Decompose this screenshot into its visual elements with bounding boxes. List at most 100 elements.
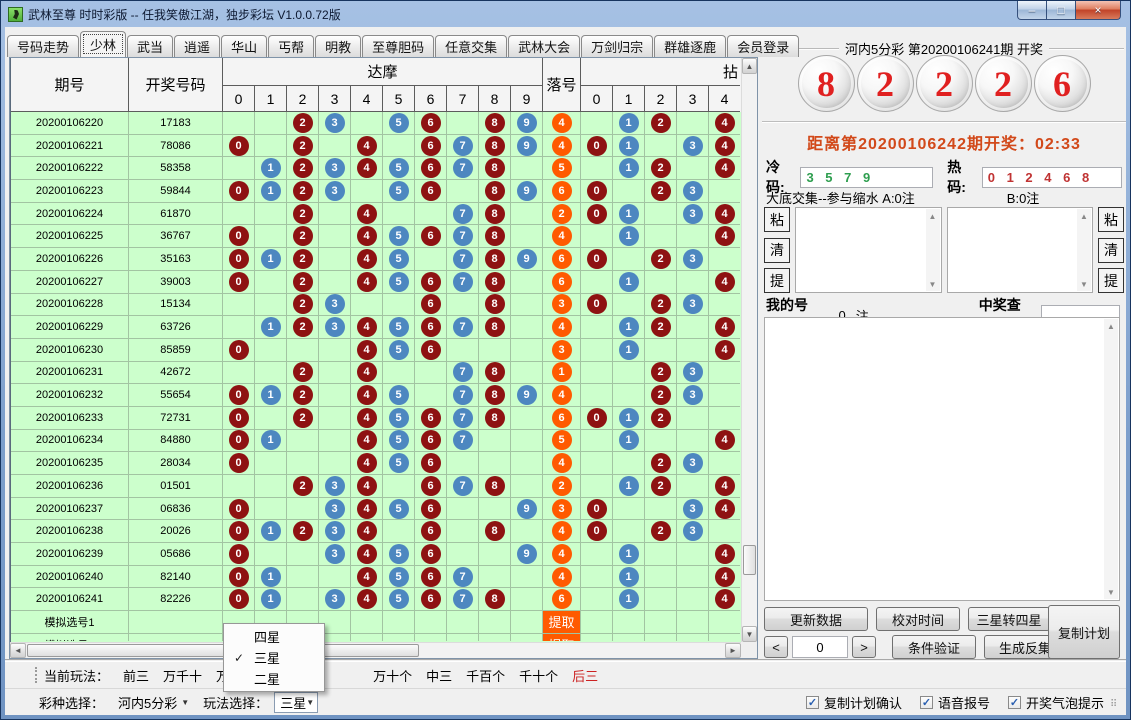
- vertical-scrollbar[interactable]: ▲ ▼: [741, 58, 757, 642]
- list-a-scrollbar[interactable]: ▲ ▼: [926, 209, 940, 291]
- listbox-scrollbar[interactable]: ▲ ▼: [1104, 319, 1118, 599]
- period-cell: 20200106222: [11, 157, 129, 180]
- prev-button[interactable]: <: [764, 636, 788, 658]
- menu-item-二星[interactable]: 二星: [224, 668, 324, 689]
- number-cell: 42672: [129, 362, 223, 385]
- tab-号码走势[interactable]: 号码走势: [7, 35, 79, 57]
- check-time-button[interactable]: 校对时间: [876, 607, 960, 631]
- extract-button[interactable]: 提: [764, 268, 790, 293]
- number-cell: 55654: [129, 384, 223, 407]
- play-item-前三[interactable]: 前三: [123, 666, 149, 685]
- scroll-down-icon[interactable]: ▼: [742, 626, 757, 642]
- tab-明教[interactable]: 明教: [315, 35, 361, 57]
- tab-少林[interactable]: 少林: [80, 31, 126, 57]
- damo-cell: 8: [479, 588, 511, 611]
- checkbox-icon[interactable]: ✓: [920, 696, 933, 709]
- damo-cell: 7: [447, 475, 479, 498]
- tab-至尊胆码[interactable]: 至尊胆码: [362, 35, 434, 57]
- digit-circle: 4: [357, 385, 377, 405]
- list-b-scrollbar[interactable]: ▲ ▼: [1077, 209, 1091, 291]
- vertical-scroll-thumb[interactable]: [743, 545, 756, 575]
- play-item-万十个[interactable]: 万十个: [373, 666, 412, 685]
- damo-cell: [223, 112, 255, 135]
- play-item-千十个[interactable]: 千十个: [519, 666, 558, 685]
- play-mode-combobox[interactable]: 三星 ▼: [274, 692, 318, 713]
- close-button[interactable]: ×: [1075, 1, 1121, 20]
- checkbox-语音报号[interactable]: ✓语音报号: [920, 693, 990, 712]
- horizontal-scrollbar[interactable]: ◄ ►: [10, 642, 741, 658]
- tab-万剑归宗[interactable]: 万剑归宗: [581, 35, 653, 57]
- copy-plan-button[interactable]: 复制计划: [1048, 605, 1120, 659]
- scroll-left-icon[interactable]: ◄: [10, 643, 26, 658]
- checkbox-开奖气泡提示[interactable]: ✓开奖气泡提示: [1008, 693, 1104, 712]
- next-button[interactable]: >: [852, 636, 876, 658]
- scroll-up-icon[interactable]: ▲: [926, 209, 940, 223]
- scroll-down-icon[interactable]: ▼: [1104, 585, 1118, 599]
- chevron-down-icon: ▼: [181, 698, 189, 707]
- clear-button[interactable]: 清: [1098, 238, 1124, 263]
- checkbox-复制计划确认[interactable]: ✓复制计划确认: [806, 693, 902, 712]
- tab-武林大会[interactable]: 武林大会: [508, 35, 580, 57]
- digit-circle: 0: [229, 249, 249, 269]
- convert-3to4-button[interactable]: 三星转四星: [968, 607, 1050, 631]
- play-item-万千十[interactable]: 万千十: [163, 666, 202, 685]
- update-data-button[interactable]: 更新数据: [764, 607, 868, 631]
- nian-cell: 3: [677, 384, 709, 407]
- menu-item-三星[interactable]: ✓三星: [224, 647, 324, 668]
- paste-button[interactable]: 粘: [764, 207, 790, 232]
- clear-button[interactable]: 清: [764, 238, 790, 263]
- damo-cell: 7: [447, 566, 479, 589]
- play-item-中三[interactable]: 中三: [426, 666, 452, 685]
- scroll-up-icon[interactable]: ▲: [1077, 209, 1091, 223]
- tab-丐帮[interactable]: 丐帮: [268, 35, 314, 57]
- col-header-nian: 拈: [581, 58, 740, 86]
- damo-cell: 4: [351, 452, 383, 475]
- tab-逍遥[interactable]: 逍遥: [174, 35, 220, 57]
- minimize-button[interactable]: –: [1017, 1, 1047, 20]
- checkbox-icon[interactable]: ✓: [806, 696, 819, 709]
- index-input[interactable]: 0: [792, 636, 848, 658]
- list-a-textarea[interactable]: ▲ ▼: [795, 207, 942, 293]
- scroll-right-icon[interactable]: ►: [725, 643, 741, 658]
- selection-bar: 彩种选择： 河内5分彩 ▼ 玩法选择： 三星 ▼ ✓复制计划确认✓语音报号✓开奖…: [5, 688, 1126, 715]
- play-item-千百个[interactable]: 千百个: [466, 666, 505, 685]
- play-item-后三[interactable]: 后三: [572, 666, 598, 685]
- extract-button[interactable]: 提取: [543, 611, 580, 633]
- digit-circle: 7: [453, 249, 473, 269]
- tab-群雄逐鹿[interactable]: 群雄逐鹿: [654, 35, 726, 57]
- damo-cell: 6: [415, 316, 447, 339]
- damo-cell: [351, 180, 383, 203]
- nian-cell: [709, 634, 740, 641]
- nian-cell: [613, 384, 645, 407]
- digit-circle: 0: [587, 181, 607, 201]
- condition-verify-button[interactable]: 条件验证: [892, 635, 976, 659]
- tab-会员登录[interactable]: 会员登录: [727, 35, 799, 57]
- damo-cell: [479, 430, 511, 453]
- resize-grip-icon[interactable]: ⠿: [1110, 700, 1122, 712]
- menu-item-四星[interactable]: 四星: [224, 626, 324, 647]
- my-numbers-listbox[interactable]: ▲ ▼: [764, 317, 1120, 601]
- scroll-up-icon[interactable]: ▲: [742, 58, 757, 74]
- maximize-button[interactable]: □: [1047, 1, 1075, 20]
- extract-button[interactable]: 提取: [543, 634, 580, 641]
- tab-任意交集[interactable]: 任意交集: [435, 35, 507, 57]
- damo-cell: 8: [479, 203, 511, 226]
- digit-circle: 4: [357, 136, 377, 156]
- scroll-up-icon[interactable]: ▲: [1104, 319, 1118, 333]
- cold-input[interactable]: 3 5 7 9: [800, 167, 933, 188]
- scroll-down-icon[interactable]: ▼: [926, 277, 940, 291]
- nian-cell: 2: [645, 316, 677, 339]
- tab-华山[interactable]: 华山: [221, 35, 267, 57]
- digit-circle: 4: [715, 589, 735, 609]
- tab-武当[interactable]: 武当: [127, 35, 173, 57]
- scroll-down-icon[interactable]: ▼: [1077, 277, 1091, 291]
- list-b-textarea[interactable]: ▲ ▼: [947, 207, 1094, 293]
- extract-button[interactable]: 提: [1098, 268, 1124, 293]
- paste-button[interactable]: 粘: [1098, 207, 1124, 232]
- checkbox-icon[interactable]: ✓: [1008, 696, 1021, 709]
- toolbar-grip[interactable]: [35, 667, 38, 683]
- period-cell: 20200106223: [11, 180, 129, 203]
- nian-cell: 0: [581, 248, 613, 271]
- hot-input[interactable]: 0 1 2 4 6 8: [982, 167, 1122, 188]
- lottery-selector[interactable]: 河内5分彩 ▼: [118, 693, 189, 712]
